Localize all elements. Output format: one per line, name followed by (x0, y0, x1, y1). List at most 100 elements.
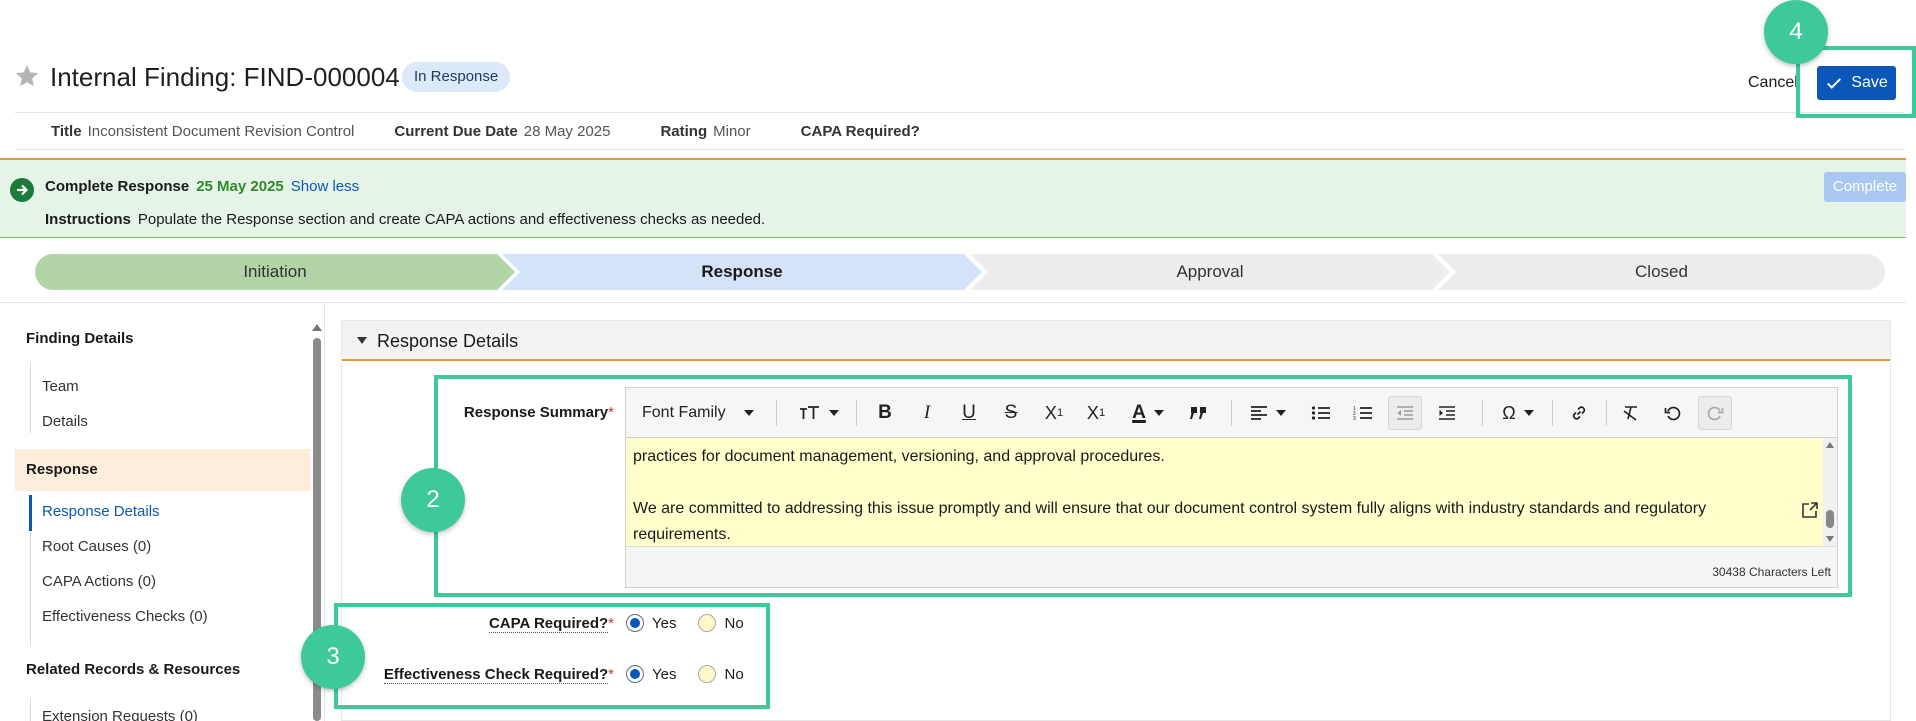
clear-formatting-icon[interactable] (1618, 400, 1644, 426)
sidebar-nav: Finding Details Team Details Response Re… (0, 303, 325, 721)
effectiveness-yes-label: Yes (652, 665, 677, 683)
effectiveness-check-required-label: Effectiveness Check Required?* (320, 666, 614, 684)
meta-rating-value: Minor (713, 122, 751, 140)
outdent-icon[interactable] (1388, 396, 1422, 430)
step-response[interactable]: Response (502, 254, 982, 290)
meta-due-date: Current Due Date 28 May 2025 (394, 123, 610, 140)
strikethrough-icon[interactable]: S (998, 400, 1024, 426)
superscript-icon[interactable]: X1 (1040, 400, 1068, 426)
effectiveness-no-option[interactable]: No (698, 665, 744, 683)
font-size-icon (800, 406, 819, 419)
chevron-down-icon (1523, 410, 1534, 416)
indent-icon[interactable] (1434, 400, 1460, 426)
workflow-stepper: Initiation Response Approval Closed (35, 254, 1885, 290)
capa-no-radio[interactable] (698, 614, 717, 632)
sidebar-section-response[interactable]: Response (26, 461, 98, 478)
instructions-label: Instructions (45, 211, 131, 228)
sidebar-item-effectiveness-checks[interactable]: Effectiveness Checks (0) (42, 608, 208, 625)
scroll-up-icon[interactable] (1826, 442, 1834, 448)
step-initiation-label: Initiation (243, 262, 307, 281)
meta-title-label: Title (51, 122, 82, 140)
section-header[interactable]: Response Details (342, 321, 1890, 361)
font-color-dropdown[interactable]: A (1126, 400, 1170, 426)
editor-toolbar: Font Family B I U S X1 X1 A 123 Ω (626, 388, 1837, 438)
editor-scroll-thumb[interactable] (1826, 510, 1834, 528)
sidebar-section-finding-details[interactable]: Finding Details (26, 330, 134, 347)
toolbar-separator (1606, 400, 1607, 426)
subscript-icon[interactable]: X1 (1082, 400, 1110, 426)
banner-instructions: Instructions Populate the Response secti… (45, 211, 765, 228)
meta-capa-required-label: CAPA Required? (800, 122, 920, 140)
arrow-right-circle-icon (10, 178, 34, 202)
meta-title-value: Inconsistent Document Revision Control (87, 122, 355, 140)
link-icon[interactable] (1566, 400, 1592, 426)
collapse-caret-icon[interactable] (357, 337, 367, 344)
characters-left-counter: 30438 Characters Left (1712, 565, 1831, 579)
bulleted-list-icon[interactable] (1308, 400, 1334, 426)
editor-scrollbar[interactable] (1823, 438, 1837, 546)
capa-yes-option[interactable]: Yes (626, 614, 676, 632)
show-less-link[interactable]: Show less (291, 178, 359, 195)
complete-button[interactable]: Complete (1824, 172, 1906, 202)
sidebar-item-team[interactable]: Team (42, 378, 79, 395)
sidebar-item-details[interactable]: Details (42, 413, 88, 430)
underline-icon[interactable]: U (956, 400, 982, 426)
required-asterisk: * (608, 666, 614, 683)
align-dropdown[interactable] (1246, 400, 1290, 426)
editor-text-line: requirements. (633, 526, 731, 543)
omega-icon: Ω (1502, 402, 1516, 423)
redo-icon[interactable] (1698, 396, 1732, 430)
italic-icon[interactable]: I (914, 400, 940, 426)
numbered-list-icon[interactable]: 123 (1350, 400, 1376, 426)
save-button[interactable]: Save (1817, 66, 1896, 100)
editor-footer: 30438 Characters Left (626, 546, 1837, 587)
capa-required-label: CAPA Required?* (380, 615, 614, 633)
effectiveness-yes-option[interactable]: Yes (626, 665, 676, 683)
step-badge-3: 3 (301, 625, 365, 689)
page-title: Internal Finding: FIND-000004 (50, 62, 400, 92)
undo-icon[interactable] (1660, 400, 1686, 426)
step-response-label: Response (701, 262, 783, 281)
required-asterisk: * (608, 615, 614, 632)
effectiveness-check-label-text: Effectiveness Check Required? (383, 666, 609, 684)
sidebar-section-related-records[interactable]: Related Records & Resources (26, 661, 240, 678)
toolbar-separator (1231, 400, 1232, 426)
font-family-dropdown[interactable]: Font Family (642, 400, 782, 426)
response-summary-textarea[interactable]: practices for document management, versi… (626, 438, 1837, 546)
step-closed[interactable]: Closed (1438, 254, 1885, 290)
scroll-down-icon[interactable] (1826, 536, 1834, 542)
effectiveness-yes-radio[interactable] (626, 665, 644, 683)
sidebar-rail (30, 363, 31, 433)
effectiveness-no-label: No (724, 665, 744, 683)
instructions-text: Populate the Response section and create… (137, 211, 766, 228)
sidebar-rail (30, 699, 31, 721)
response-summary-label: Response Summary* (440, 404, 614, 421)
save-button-label: Save (1851, 74, 1888, 91)
checkmark-icon (1827, 78, 1842, 89)
sidebar-active-indicator (29, 495, 32, 531)
step-approval[interactable]: Approval (970, 254, 1450, 290)
sidebar-item-root-causes[interactable]: Root Causes (0) (42, 538, 151, 555)
svg-text:3: 3 (1353, 416, 1356, 421)
align-left-icon (1251, 406, 1267, 420)
step-initiation[interactable]: Initiation (35, 254, 515, 290)
favorite-star-icon[interactable] (14, 63, 40, 89)
special-characters-dropdown[interactable]: Ω (1496, 400, 1540, 426)
capa-no-option[interactable]: No (698, 614, 744, 632)
cancel-button[interactable]: Cancel (1748, 74, 1798, 92)
response-summary-editor[interactable]: Font Family B I U S X1 X1 A 123 Ω practi… (625, 387, 1838, 588)
sidebar-item-extension-requests[interactable]: Extension Requests (0) (42, 708, 198, 721)
effectiveness-no-radio[interactable] (698, 665, 717, 683)
step-approval-label: Approval (1176, 262, 1244, 281)
font-color-icon: A (1132, 402, 1146, 423)
popout-expand-icon[interactable] (1802, 502, 1818, 518)
sidebar-item-response-details[interactable]: Response Details (42, 503, 160, 520)
font-size-dropdown[interactable] (794, 400, 844, 426)
blockquote-icon[interactable] (1186, 400, 1212, 426)
sidebar-scroll-up-icon[interactable] (312, 324, 322, 331)
record-meta-bar: Title Inconsistent Document Revision Con… (15, 112, 1905, 150)
sidebar-item-capa-actions[interactable]: CAPA Actions (0) (42, 573, 156, 590)
chevron-down-icon (1153, 410, 1164, 416)
capa-yes-radio[interactable] (626, 614, 644, 632)
bold-icon[interactable]: B (872, 400, 898, 426)
